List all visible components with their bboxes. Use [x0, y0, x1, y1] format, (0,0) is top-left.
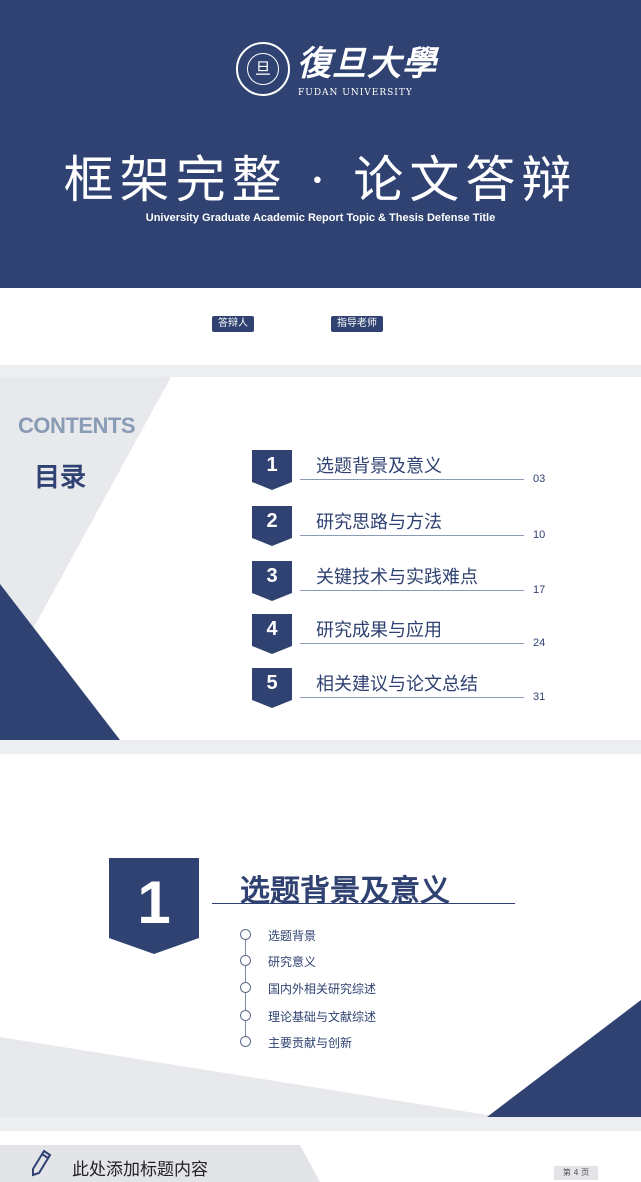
toc-underline	[300, 697, 524, 698]
toc-number-badge: 5	[252, 668, 292, 708]
toc-item-label[interactable]: 相关建议与论文总结	[316, 670, 478, 696]
pencil-icon	[32, 1149, 52, 1177]
toc-item-label[interactable]: 研究成果与应用	[316, 616, 442, 642]
toc-page-number: 03	[533, 473, 546, 485]
advisor-tag: 指导老师	[331, 316, 383, 332]
toc-underline	[300, 590, 524, 591]
university-english-name: FUDAN UNIVERSITY	[298, 88, 413, 98]
toc-number-badge: 3	[252, 561, 292, 601]
timeline-dot	[240, 955, 251, 966]
slide-title: 此处添加标题内容	[72, 1160, 208, 1180]
subitem-label[interactable]: 理论基础与文献综述	[268, 1008, 376, 1025]
toc-item-label[interactable]: 研究思路与方法	[316, 508, 442, 534]
subitem-label[interactable]: 国内外相关研究综述	[268, 980, 376, 997]
toc-item-label[interactable]: 选题背景及意义	[316, 452, 442, 478]
toc-page-number: 24	[533, 637, 546, 649]
toc-page-number: 10	[533, 529, 546, 541]
timeline-dot	[240, 982, 251, 993]
main-title-en: University Graduate Academic Report Topi…	[145, 212, 496, 224]
title-slide-banner: 旦 復旦大學 FUDAN UNIVERSITY 框架完整 · 论文答辩 Univ…	[0, 0, 641, 288]
toc-number-badge: 1	[252, 450, 292, 490]
content-slide[interactable]: 此处添加标题内容 第 4 页	[0, 1131, 641, 1182]
toc-page-number: 17	[533, 584, 546, 596]
timeline-dot	[240, 929, 251, 940]
subitem-label[interactable]: 选题背景	[268, 927, 316, 944]
subitem-label[interactable]: 主要贡献与创新	[268, 1034, 352, 1051]
toc-item-label[interactable]: 关键技术与实践难点	[316, 563, 478, 589]
subitem-label[interactable]: 研究意义	[268, 953, 316, 970]
section-slide[interactable]: 1 选题背景及意义 选题背景 研究意义 国内外相关研究综述 理论基础与文献综述 …	[0, 754, 641, 1117]
contents-slide[interactable]: CONTENTS 目录 1 选题背景及意义 03 2 研究思路与方法 10 3 …	[0, 377, 641, 740]
toc-underline	[300, 535, 524, 536]
page-indicator: 第 4 页	[554, 1166, 598, 1180]
toc-underline	[300, 643, 524, 644]
timeline-dot	[240, 1010, 251, 1021]
section-number-badge: 1	[109, 858, 199, 954]
toc-number-badge: 2	[252, 506, 292, 546]
timeline-dot	[240, 1036, 251, 1047]
contents-heading-en: CONTENTS	[18, 413, 136, 438]
toc-page-number: 31	[533, 691, 546, 703]
contents-heading-cn: 目录	[34, 463, 87, 493]
respondent-tag: 答辩人	[212, 316, 254, 332]
toc-number-badge: 4	[252, 614, 292, 654]
title-slide[interactable]: 旦 復旦大學 FUDAN UNIVERSITY 框架完整 · 论文答辩 Univ…	[0, 0, 641, 365]
university-seal-icon: 旦	[236, 42, 290, 96]
main-title-cn: 框架完整 · 论文答辩	[63, 151, 578, 209]
toc-underline	[300, 479, 524, 480]
university-calligraphy-logo: 復旦大學	[297, 44, 437, 84]
section-title-underline	[212, 903, 515, 904]
section-decor-shapes	[0, 1000, 641, 1117]
